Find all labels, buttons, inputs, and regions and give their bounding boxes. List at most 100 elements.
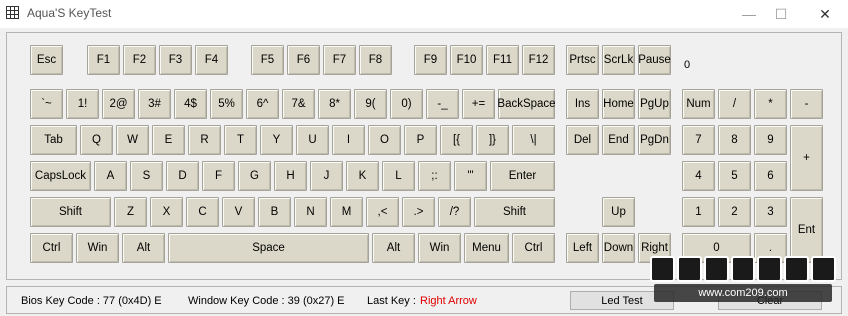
key-e[interactable]: E (152, 125, 185, 155)
key-numpad-1[interactable]: 1 (682, 197, 715, 227)
key-backslash[interactable]: \| (512, 125, 555, 155)
key-ins[interactable]: Ins (566, 89, 599, 119)
key-slash[interactable]: /? (438, 197, 471, 227)
key-p[interactable]: P (404, 125, 437, 155)
key-pgup[interactable]: PgUp (638, 89, 671, 119)
key-right-bracket[interactable]: ]} (476, 125, 509, 155)
key-f10[interactable]: F10 (450, 45, 483, 75)
key-enter[interactable]: Enter (490, 161, 555, 191)
key-i[interactable]: I (332, 125, 365, 155)
key-f12[interactable]: F12 (522, 45, 555, 75)
key-f11[interactable]: F11 (486, 45, 519, 75)
key-numpad-4[interactable]: 4 (682, 161, 715, 191)
key-c[interactable]: C (186, 197, 219, 227)
key-s[interactable]: S (130, 161, 163, 191)
key-numpad-5[interactable]: 5 (718, 161, 751, 191)
key-left-bracket[interactable]: [{ (440, 125, 473, 155)
key-minus[interactable]: -_ (426, 89, 459, 119)
key-r[interactable]: R (188, 125, 221, 155)
key-0[interactable]: 0) (390, 89, 423, 119)
key-o[interactable]: O (368, 125, 401, 155)
key-y[interactable]: Y (260, 125, 293, 155)
key-w[interactable]: W (116, 125, 149, 155)
key-right-win[interactable]: Win (418, 233, 461, 263)
key-right-ctrl[interactable]: Ctrl (512, 233, 555, 263)
key-a[interactable]: A (94, 161, 127, 191)
key-m[interactable]: M (330, 197, 363, 227)
key-k[interactable]: K (346, 161, 379, 191)
key-del[interactable]: Del (566, 125, 599, 155)
key-u[interactable]: U (296, 125, 329, 155)
key-n[interactable]: N (294, 197, 327, 227)
key-left-shift[interactable]: Shift (30, 197, 111, 227)
key-l[interactable]: L (382, 161, 415, 191)
key-1[interactable]: 1! (66, 89, 99, 119)
key-5[interactable]: 5% (210, 89, 243, 119)
key-numpad-6[interactable]: 6 (754, 161, 787, 191)
key-numlock[interactable]: Num (682, 89, 715, 119)
key-g[interactable]: G (238, 161, 271, 191)
key-v[interactable]: V (222, 197, 255, 227)
key-f5[interactable]: F5 (251, 45, 284, 75)
key-tab[interactable]: Tab (30, 125, 77, 155)
key-space[interactable]: Space (168, 233, 369, 263)
key-numpad-9[interactable]: 9 (754, 125, 787, 155)
key-x[interactable]: X (150, 197, 183, 227)
key-f8[interactable]: F8 (359, 45, 392, 75)
key-numpad-add[interactable]: + (790, 125, 823, 191)
key-prtsc[interactable]: Prtsc (566, 45, 599, 75)
close-button[interactable]: ✕ (810, 4, 840, 24)
key-quote[interactable]: '" (454, 161, 487, 191)
key-numpad-7[interactable]: 7 (682, 125, 715, 155)
key-left-alt[interactable]: Alt (122, 233, 165, 263)
key-2[interactable]: 2@ (102, 89, 135, 119)
key-numpad-8[interactable]: 8 (718, 125, 751, 155)
key-arrow-down[interactable]: Down (602, 233, 635, 263)
key-f[interactable]: F (202, 161, 235, 191)
key-f6[interactable]: F6 (287, 45, 320, 75)
key-b[interactable]: B (258, 197, 291, 227)
key-right-shift[interactable]: Shift (474, 197, 555, 227)
key-backspace[interactable]: BackSpace (497, 89, 556, 119)
key-period[interactable]: .> (402, 197, 435, 227)
key-f4[interactable]: F4 (195, 45, 228, 75)
key-arrow-left[interactable]: Left (566, 233, 599, 263)
key-arrow-up[interactable]: Up (602, 197, 635, 227)
key-comma[interactable]: ,< (366, 197, 399, 227)
key-f2[interactable]: F2 (123, 45, 156, 75)
key-numpad-3[interactable]: 3 (754, 197, 787, 227)
key-9[interactable]: 9( (354, 89, 387, 119)
key-semicolon[interactable]: ;: (418, 161, 451, 191)
key-f7[interactable]: F7 (323, 45, 356, 75)
key-j[interactable]: J (310, 161, 343, 191)
key-z[interactable]: Z (114, 197, 147, 227)
key-d[interactable]: D (166, 161, 199, 191)
maximize-button[interactable]: ☐ (766, 4, 796, 24)
key-3[interactable]: 3# (138, 89, 171, 119)
key-esc[interactable]: Esc (30, 45, 63, 75)
key-home[interactable]: Home (602, 89, 635, 119)
key-f1[interactable]: F1 (87, 45, 120, 75)
key-scrlk[interactable]: ScrLk (602, 45, 635, 75)
key-q[interactable]: Q (80, 125, 113, 155)
key-h[interactable]: H (274, 161, 307, 191)
key-end[interactable]: End (602, 125, 635, 155)
key-right-alt[interactable]: Alt (372, 233, 415, 263)
key-numpad-multiply[interactable]: * (754, 89, 787, 119)
key-f3[interactable]: F3 (159, 45, 192, 75)
key-pgdn[interactable]: PgDn (638, 125, 671, 155)
key-8[interactable]: 8* (318, 89, 351, 119)
key-capslock[interactable]: CapsLock (30, 161, 91, 191)
key-6[interactable]: 6^ (246, 89, 279, 119)
key-numpad-enter[interactable]: Ent (790, 197, 823, 263)
key-t[interactable]: T (224, 125, 257, 155)
key-equal[interactable]: += (462, 89, 495, 119)
key-numpad-subtract[interactable]: - (790, 89, 823, 119)
minimize-button[interactable]: — (734, 4, 764, 24)
key-menu[interactable]: Menu (464, 233, 509, 263)
key-left-win[interactable]: Win (76, 233, 119, 263)
key-left-ctrl[interactable]: Ctrl (30, 233, 73, 263)
key-backtick[interactable]: `~ (30, 89, 63, 119)
key-f9[interactable]: F9 (414, 45, 447, 75)
key-numpad-2[interactable]: 2 (718, 197, 751, 227)
